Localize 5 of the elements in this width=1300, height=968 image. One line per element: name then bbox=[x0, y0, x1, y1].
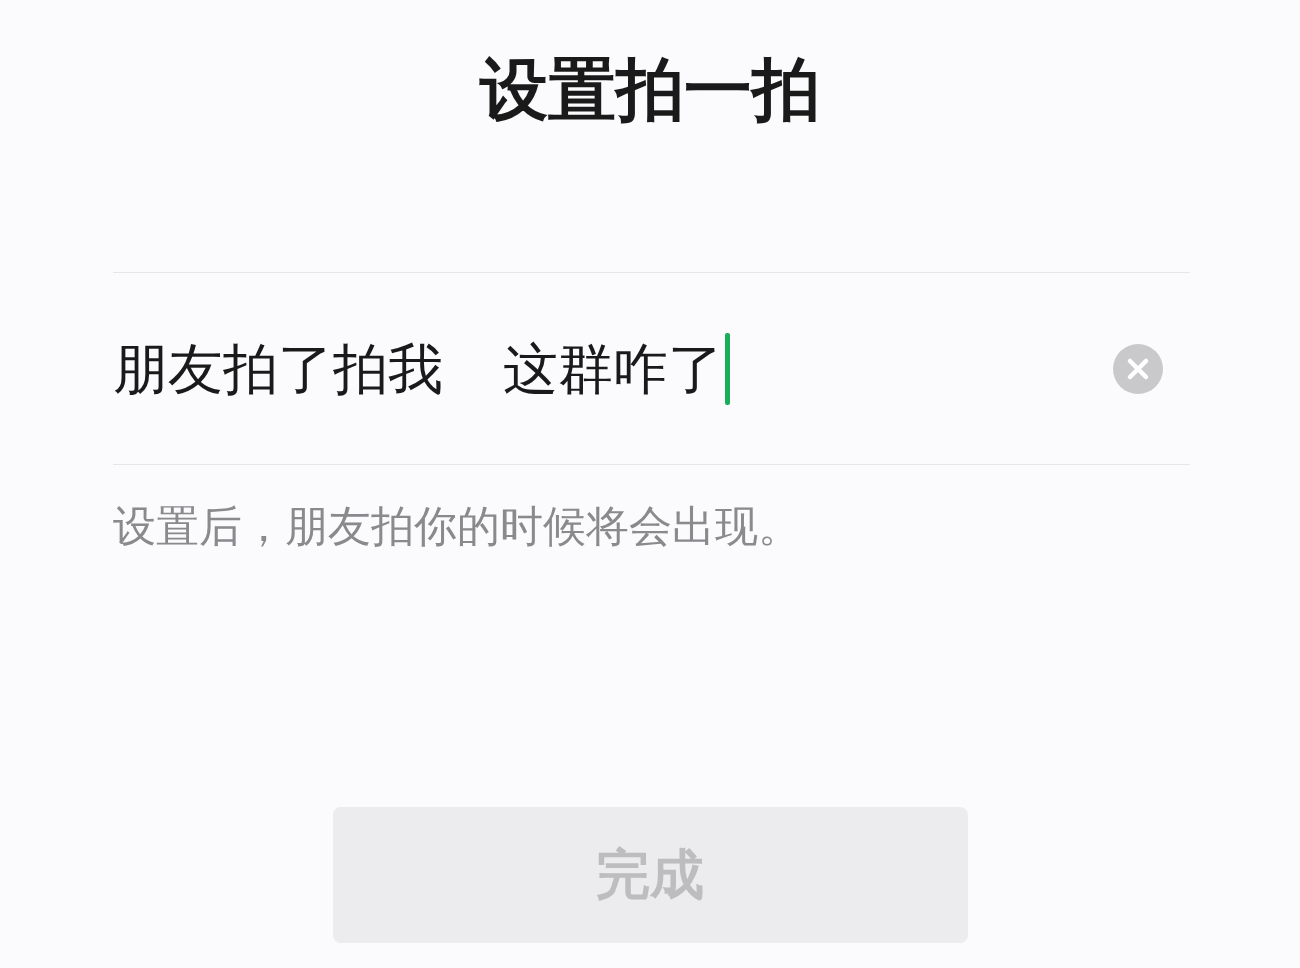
page-title: 设置拍一拍 bbox=[478, 49, 821, 131]
input-field[interactable]: 这群咋了 bbox=[503, 332, 730, 405]
prefix-label: 朋友拍了拍我 bbox=[113, 335, 443, 403]
hint-text: 设置后，朋友拍你的时候将会出现。 bbox=[113, 500, 802, 553]
clear-icon[interactable] bbox=[1113, 343, 1163, 394]
